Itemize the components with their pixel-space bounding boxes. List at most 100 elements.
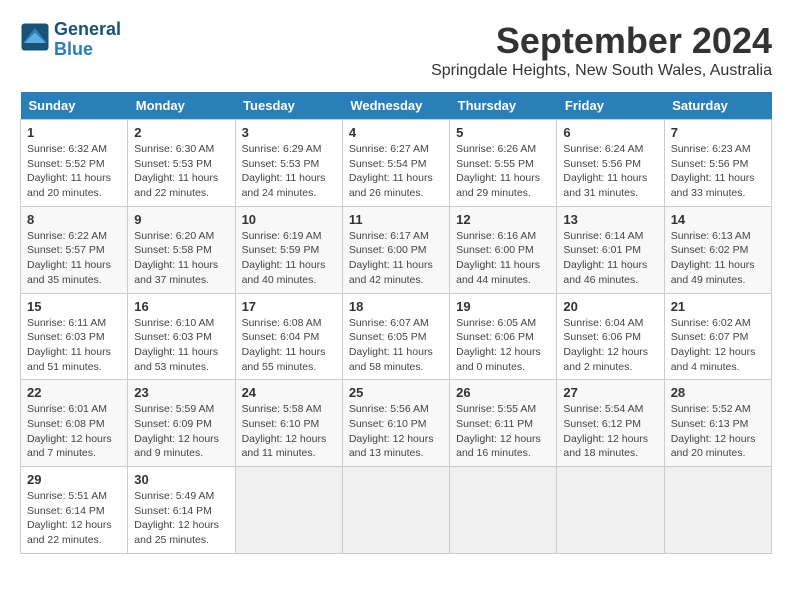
sunrise-label: Sunrise: 5:56 AM [349, 403, 429, 415]
calendar-week-4: 29 Sunrise: 5:51 AM Sunset: 6:14 PM Dayl… [21, 467, 772, 554]
calendar-cell: 6 Sunrise: 6:24 AM Sunset: 5:56 PM Dayli… [557, 120, 664, 207]
title-section: September 2024 Springdale Heights, New S… [431, 20, 772, 80]
day-number: 24 [242, 385, 336, 400]
day-info: Sunrise: 6:11 AM Sunset: 6:03 PM Dayligh… [27, 316, 121, 375]
calendar-cell: 26 Sunrise: 5:55 AM Sunset: 6:11 PM Dayl… [450, 380, 557, 467]
day-info: Sunrise: 5:51 AM Sunset: 6:14 PM Dayligh… [27, 489, 121, 548]
sunset-label: Sunset: 6:05 PM [349, 331, 427, 343]
day-info: Sunrise: 6:01 AM Sunset: 6:08 PM Dayligh… [27, 402, 121, 461]
logo-line1: General [54, 20, 121, 40]
calendar-table: SundayMondayTuesdayWednesdayThursdayFrid… [20, 92, 772, 554]
sunrise-label: Sunrise: 6:02 AM [671, 317, 751, 329]
daylight-label: Daylight: 12 hours and 22 minutes. [27, 519, 112, 546]
page-title: September 2024 [431, 20, 772, 62]
day-info: Sunrise: 6:23 AM Sunset: 5:56 PM Dayligh… [671, 142, 765, 201]
sunrise-label: Sunrise: 6:11 AM [27, 317, 106, 329]
sunset-label: Sunset: 6:08 PM [27, 418, 105, 430]
day-number: 16 [134, 299, 228, 314]
logo-icon [20, 22, 50, 52]
day-number: 10 [242, 212, 336, 227]
sunset-label: Sunset: 6:06 PM [563, 331, 641, 343]
daylight-label: Daylight: 11 hours and 20 minutes. [27, 172, 111, 199]
daylight-label: Daylight: 12 hours and 13 minutes. [349, 433, 434, 460]
sunrise-label: Sunrise: 5:58 AM [242, 403, 322, 415]
sunset-label: Sunset: 5:56 PM [563, 158, 641, 170]
column-header-wednesday: Wednesday [342, 92, 449, 120]
logo-line2: Blue [54, 40, 121, 60]
day-number: 26 [456, 385, 550, 400]
day-info: Sunrise: 6:10 AM Sunset: 6:03 PM Dayligh… [134, 316, 228, 375]
sunset-label: Sunset: 6:12 PM [563, 418, 641, 430]
sunset-label: Sunset: 6:10 PM [242, 418, 320, 430]
sunset-label: Sunset: 5:52 PM [27, 158, 105, 170]
day-number: 2 [134, 125, 228, 140]
sunset-label: Sunset: 6:09 PM [134, 418, 212, 430]
calendar-cell: 22 Sunrise: 6:01 AM Sunset: 6:08 PM Dayl… [21, 380, 128, 467]
calendar-cell [235, 467, 342, 554]
day-number: 5 [456, 125, 550, 140]
day-info: Sunrise: 6:29 AM Sunset: 5:53 PM Dayligh… [242, 142, 336, 201]
calendar-cell: 7 Sunrise: 6:23 AM Sunset: 5:56 PM Dayli… [664, 120, 771, 207]
day-info: Sunrise: 5:54 AM Sunset: 6:12 PM Dayligh… [563, 402, 657, 461]
day-number: 19 [456, 299, 550, 314]
day-info: Sunrise: 5:58 AM Sunset: 6:10 PM Dayligh… [242, 402, 336, 461]
daylight-label: Daylight: 12 hours and 20 minutes. [671, 433, 756, 460]
sunrise-label: Sunrise: 6:27 AM [349, 143, 429, 155]
column-header-friday: Friday [557, 92, 664, 120]
day-number: 20 [563, 299, 657, 314]
calendar-week-1: 8 Sunrise: 6:22 AM Sunset: 5:57 PM Dayli… [21, 206, 772, 293]
daylight-label: Daylight: 11 hours and 26 minutes. [349, 172, 433, 199]
calendar-cell: 18 Sunrise: 6:07 AM Sunset: 6:05 PM Dayl… [342, 293, 449, 380]
sunset-label: Sunset: 6:01 PM [563, 244, 641, 256]
sunrise-label: Sunrise: 5:49 AM [134, 490, 214, 502]
sunrise-label: Sunrise: 6:05 AM [456, 317, 536, 329]
sunrise-label: Sunrise: 6:08 AM [242, 317, 322, 329]
sunrise-label: Sunrise: 5:54 AM [563, 403, 643, 415]
calendar-week-2: 15 Sunrise: 6:11 AM Sunset: 6:03 PM Dayl… [21, 293, 772, 380]
day-info: Sunrise: 6:32 AM Sunset: 5:52 PM Dayligh… [27, 142, 121, 201]
daylight-label: Daylight: 12 hours and 18 minutes. [563, 433, 648, 460]
day-number: 30 [134, 472, 228, 487]
daylight-label: Daylight: 11 hours and 33 minutes. [671, 172, 755, 199]
daylight-label: Daylight: 12 hours and 7 minutes. [27, 433, 112, 460]
daylight-label: Daylight: 11 hours and 37 minutes. [134, 259, 218, 286]
calendar-cell: 17 Sunrise: 6:08 AM Sunset: 6:04 PM Dayl… [235, 293, 342, 380]
calendar-cell: 16 Sunrise: 6:10 AM Sunset: 6:03 PM Dayl… [128, 293, 235, 380]
daylight-label: Daylight: 12 hours and 25 minutes. [134, 519, 219, 546]
sunset-label: Sunset: 6:13 PM [671, 418, 749, 430]
calendar-cell: 19 Sunrise: 6:05 AM Sunset: 6:06 PM Dayl… [450, 293, 557, 380]
calendar-cell: 20 Sunrise: 6:04 AM Sunset: 6:06 PM Dayl… [557, 293, 664, 380]
sunrise-label: Sunrise: 6:13 AM [671, 230, 751, 242]
column-header-tuesday: Tuesday [235, 92, 342, 120]
day-number: 13 [563, 212, 657, 227]
sunset-label: Sunset: 6:00 PM [349, 244, 427, 256]
daylight-label: Daylight: 12 hours and 4 minutes. [671, 346, 756, 373]
day-number: 1 [27, 125, 121, 140]
daylight-label: Daylight: 11 hours and 58 minutes. [349, 346, 433, 373]
calendar-cell: 12 Sunrise: 6:16 AM Sunset: 6:00 PM Dayl… [450, 206, 557, 293]
calendar-header-row: SundayMondayTuesdayWednesdayThursdayFrid… [21, 92, 772, 120]
day-info: Sunrise: 6:08 AM Sunset: 6:04 PM Dayligh… [242, 316, 336, 375]
sunset-label: Sunset: 6:10 PM [349, 418, 427, 430]
calendar-cell: 25 Sunrise: 5:56 AM Sunset: 6:10 PM Dayl… [342, 380, 449, 467]
sunrise-label: Sunrise: 6:04 AM [563, 317, 643, 329]
day-info: Sunrise: 5:55 AM Sunset: 6:11 PM Dayligh… [456, 402, 550, 461]
sunrise-label: Sunrise: 6:19 AM [242, 230, 322, 242]
calendar-cell: 10 Sunrise: 6:19 AM Sunset: 5:59 PM Dayl… [235, 206, 342, 293]
page-header: General Blue September 2024 Springdale H… [20, 20, 772, 84]
sunset-label: Sunset: 5:53 PM [242, 158, 320, 170]
day-info: Sunrise: 6:17 AM Sunset: 6:00 PM Dayligh… [349, 229, 443, 288]
daylight-label: Daylight: 12 hours and 9 minutes. [134, 433, 219, 460]
sunset-label: Sunset: 6:04 PM [242, 331, 320, 343]
sunrise-label: Sunrise: 6:23 AM [671, 143, 751, 155]
calendar-cell: 4 Sunrise: 6:27 AM Sunset: 5:54 PM Dayli… [342, 120, 449, 207]
sunset-label: Sunset: 5:54 PM [349, 158, 427, 170]
calendar-cell [557, 467, 664, 554]
daylight-label: Daylight: 11 hours and 24 minutes. [242, 172, 326, 199]
daylight-label: Daylight: 11 hours and 42 minutes. [349, 259, 433, 286]
calendar-cell [664, 467, 771, 554]
day-info: Sunrise: 6:30 AM Sunset: 5:53 PM Dayligh… [134, 142, 228, 201]
day-number: 9 [134, 212, 228, 227]
sunrise-label: Sunrise: 6:17 AM [349, 230, 429, 242]
day-number: 4 [349, 125, 443, 140]
